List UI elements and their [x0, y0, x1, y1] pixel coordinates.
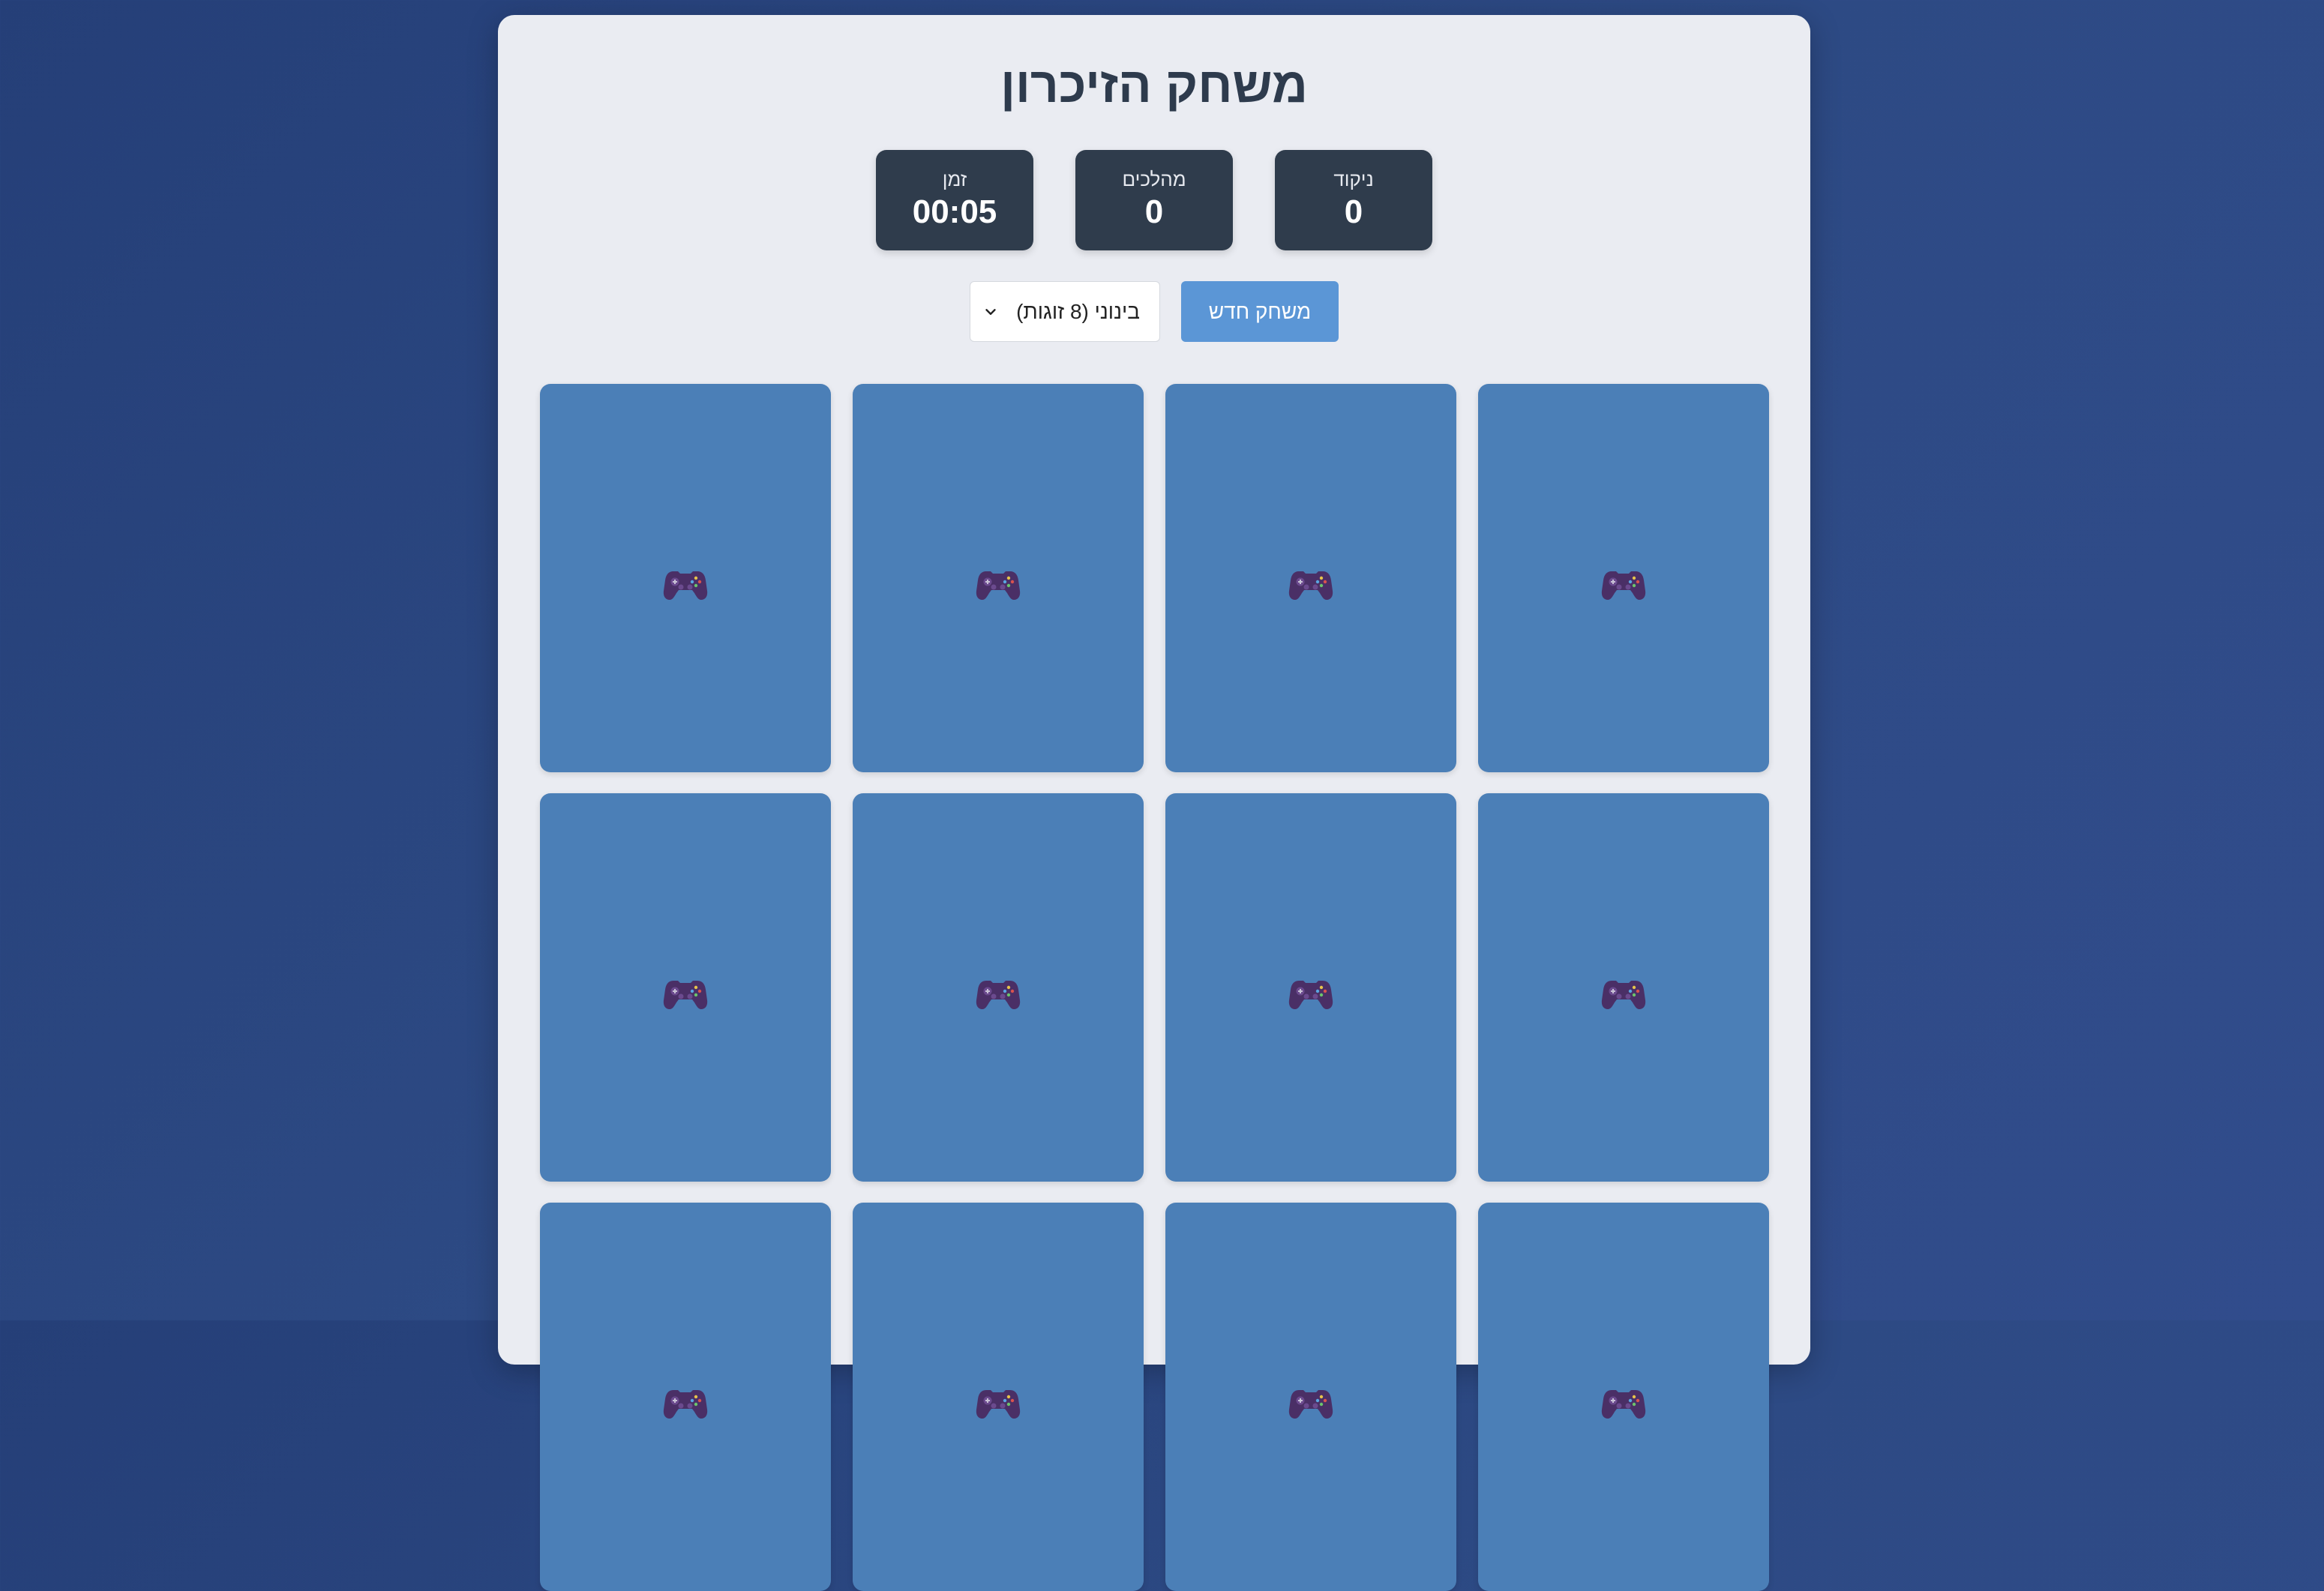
- memory-card[interactable]: [853, 793, 1144, 1182]
- time-value: 00:05: [912, 193, 997, 231]
- difficulty-select[interactable]: בינוני (8 זוגות): [970, 281, 1160, 342]
- game-controller-icon: [1601, 567, 1646, 601]
- memory-card[interactable]: [853, 1203, 1144, 1591]
- game-controller-icon: [1288, 976, 1333, 1011]
- game-controller-icon: [1601, 1386, 1646, 1420]
- time-label: זמן: [942, 168, 967, 190]
- game-panel: משחק הזיכרון ניקוד 0 מהלכים 0 זמן 00:05 …: [498, 15, 1810, 1591]
- controls-bar: משחק חדש בינוני (8 זוגות): [498, 281, 1810, 342]
- chevron-down-icon: [985, 308, 996, 315]
- moves-label: מהלכים: [1122, 168, 1186, 190]
- memory-card[interactable]: [1478, 384, 1769, 772]
- memory-card[interactable]: [540, 793, 831, 1182]
- game-controller-icon: [663, 976, 708, 1011]
- memory-card[interactable]: [1165, 793, 1456, 1182]
- difficulty-selected-value: בינוני (8 זוגות): [1016, 299, 1140, 323]
- score-label: ניקוד: [1333, 168, 1374, 190]
- game-controller-icon: [1601, 976, 1646, 1011]
- score-value: 0: [1344, 193, 1363, 231]
- game-controller-icon: [976, 1386, 1021, 1420]
- game-controller-icon: [663, 567, 708, 601]
- moves-stat: מהלכים 0: [1075, 150, 1233, 250]
- game-controller-icon: [976, 976, 1021, 1011]
- stats-bar: ניקוד 0 מהלכים 0 זמן 00:05: [498, 150, 1810, 250]
- moves-value: 0: [1144, 193, 1164, 231]
- memory-card[interactable]: [540, 384, 831, 772]
- memory-card[interactable]: [1165, 384, 1456, 772]
- memory-card[interactable]: [1478, 1203, 1769, 1591]
- game-controller-icon: [1288, 567, 1333, 601]
- time-stat: זמן 00:05: [876, 150, 1033, 250]
- score-stat: ניקוד 0: [1275, 150, 1432, 250]
- game-controller-icon: [1288, 1386, 1333, 1420]
- game-controller-icon: [663, 1386, 708, 1420]
- memory-card[interactable]: [540, 1203, 831, 1591]
- memory-card[interactable]: [1478, 793, 1769, 1182]
- game-controller-icon: [976, 567, 1021, 601]
- card-grid: [540, 384, 1769, 1591]
- new-game-button[interactable]: משחק חדש: [1181, 281, 1339, 342]
- memory-card[interactable]: [853, 384, 1144, 772]
- memory-card[interactable]: [1165, 1203, 1456, 1591]
- page-title: משחק הזיכרון: [1000, 57, 1308, 112]
